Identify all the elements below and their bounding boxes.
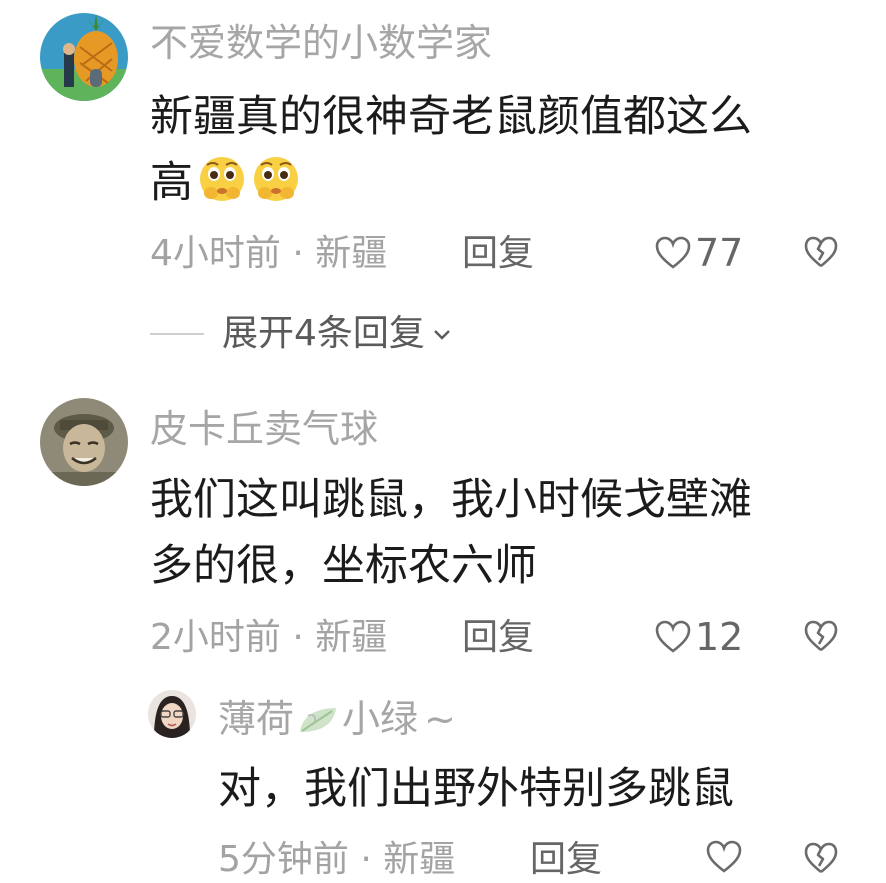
comment-text-line-2: 高: [150, 150, 752, 216]
divider-line: [150, 333, 204, 335]
broken-heart-icon: [804, 236, 838, 268]
dislike-button[interactable]: [804, 236, 838, 268]
username[interactable]: 不爱数学的小数学家: [150, 24, 492, 62]
dislike-button[interactable]: [804, 620, 838, 652]
like-button[interactable]: 12: [655, 618, 743, 656]
broken-heart-icon: [804, 620, 838, 652]
like-button[interactable]: 77: [655, 234, 743, 272]
expand-replies-button[interactable]: 展开4条回复: [150, 316, 453, 352]
reply-text: 对，我们出野外特别多跳鼠: [218, 764, 734, 814]
username-tilde: ~: [424, 697, 456, 741]
comment-text-line-1: 我们这叫跳鼠，我小时候戈壁滩: [150, 475, 752, 525]
reply-button[interactable]: 回复: [530, 842, 602, 878]
heart-outline-icon: [655, 236, 691, 269]
comment-time-location: 2小时前 · 新疆: [150, 617, 388, 658]
expand-replies-label: 展开4条回复: [222, 313, 425, 354]
avatar-spongebob-pineapple-image: [40, 13, 128, 101]
like-button[interactable]: [706, 840, 742, 874]
avatar[interactable]: [148, 690, 196, 738]
avatar[interactable]: [40, 398, 128, 486]
comment-text-line-2: 多的很，坐标农六师: [150, 541, 537, 591]
reply-button[interactable]: 回复: [462, 620, 534, 656]
username[interactable]: 皮卡丘卖气球: [150, 410, 378, 448]
avatar-soldier-photo-image: [40, 398, 128, 486]
pleading-face-emoji: [200, 157, 244, 201]
comment-time-location: 4小时前 · 新疆: [150, 233, 388, 274]
comment-text: 新疆真的很神奇老鼠颜值都这么 高: [150, 84, 752, 216]
pleading-face-emoji: [254, 157, 298, 201]
username-suffix: 小绿: [342, 697, 419, 741]
avatar[interactable]: [40, 13, 128, 101]
comment-text-line-2-text: 高: [150, 158, 193, 208]
like-count: 77: [695, 231, 744, 275]
leaf-emoji: [300, 708, 337, 732]
comment-text: 我们这叫跳鼠，我小时候戈壁滩 多的很，坐标农六师: [150, 467, 752, 599]
username[interactable]: 薄荷 小绿 ~: [218, 700, 456, 738]
heart-outline-icon: [706, 840, 742, 873]
heart-outline-icon: [655, 620, 691, 653]
broken-heart-icon: [804, 842, 838, 874]
like-count: 12: [695, 615, 744, 659]
chevron-down-icon: [434, 330, 450, 340]
reply-button[interactable]: 回复: [462, 236, 534, 272]
username-prefix: 薄荷: [218, 697, 295, 741]
reply-time-location: 5分钟前 · 新疆: [218, 839, 456, 880]
comment-text-line-1: 新疆真的很神奇老鼠颜值都这么: [150, 92, 752, 142]
avatar-girl-photo-image: [148, 690, 196, 738]
dislike-button[interactable]: [804, 842, 838, 874]
